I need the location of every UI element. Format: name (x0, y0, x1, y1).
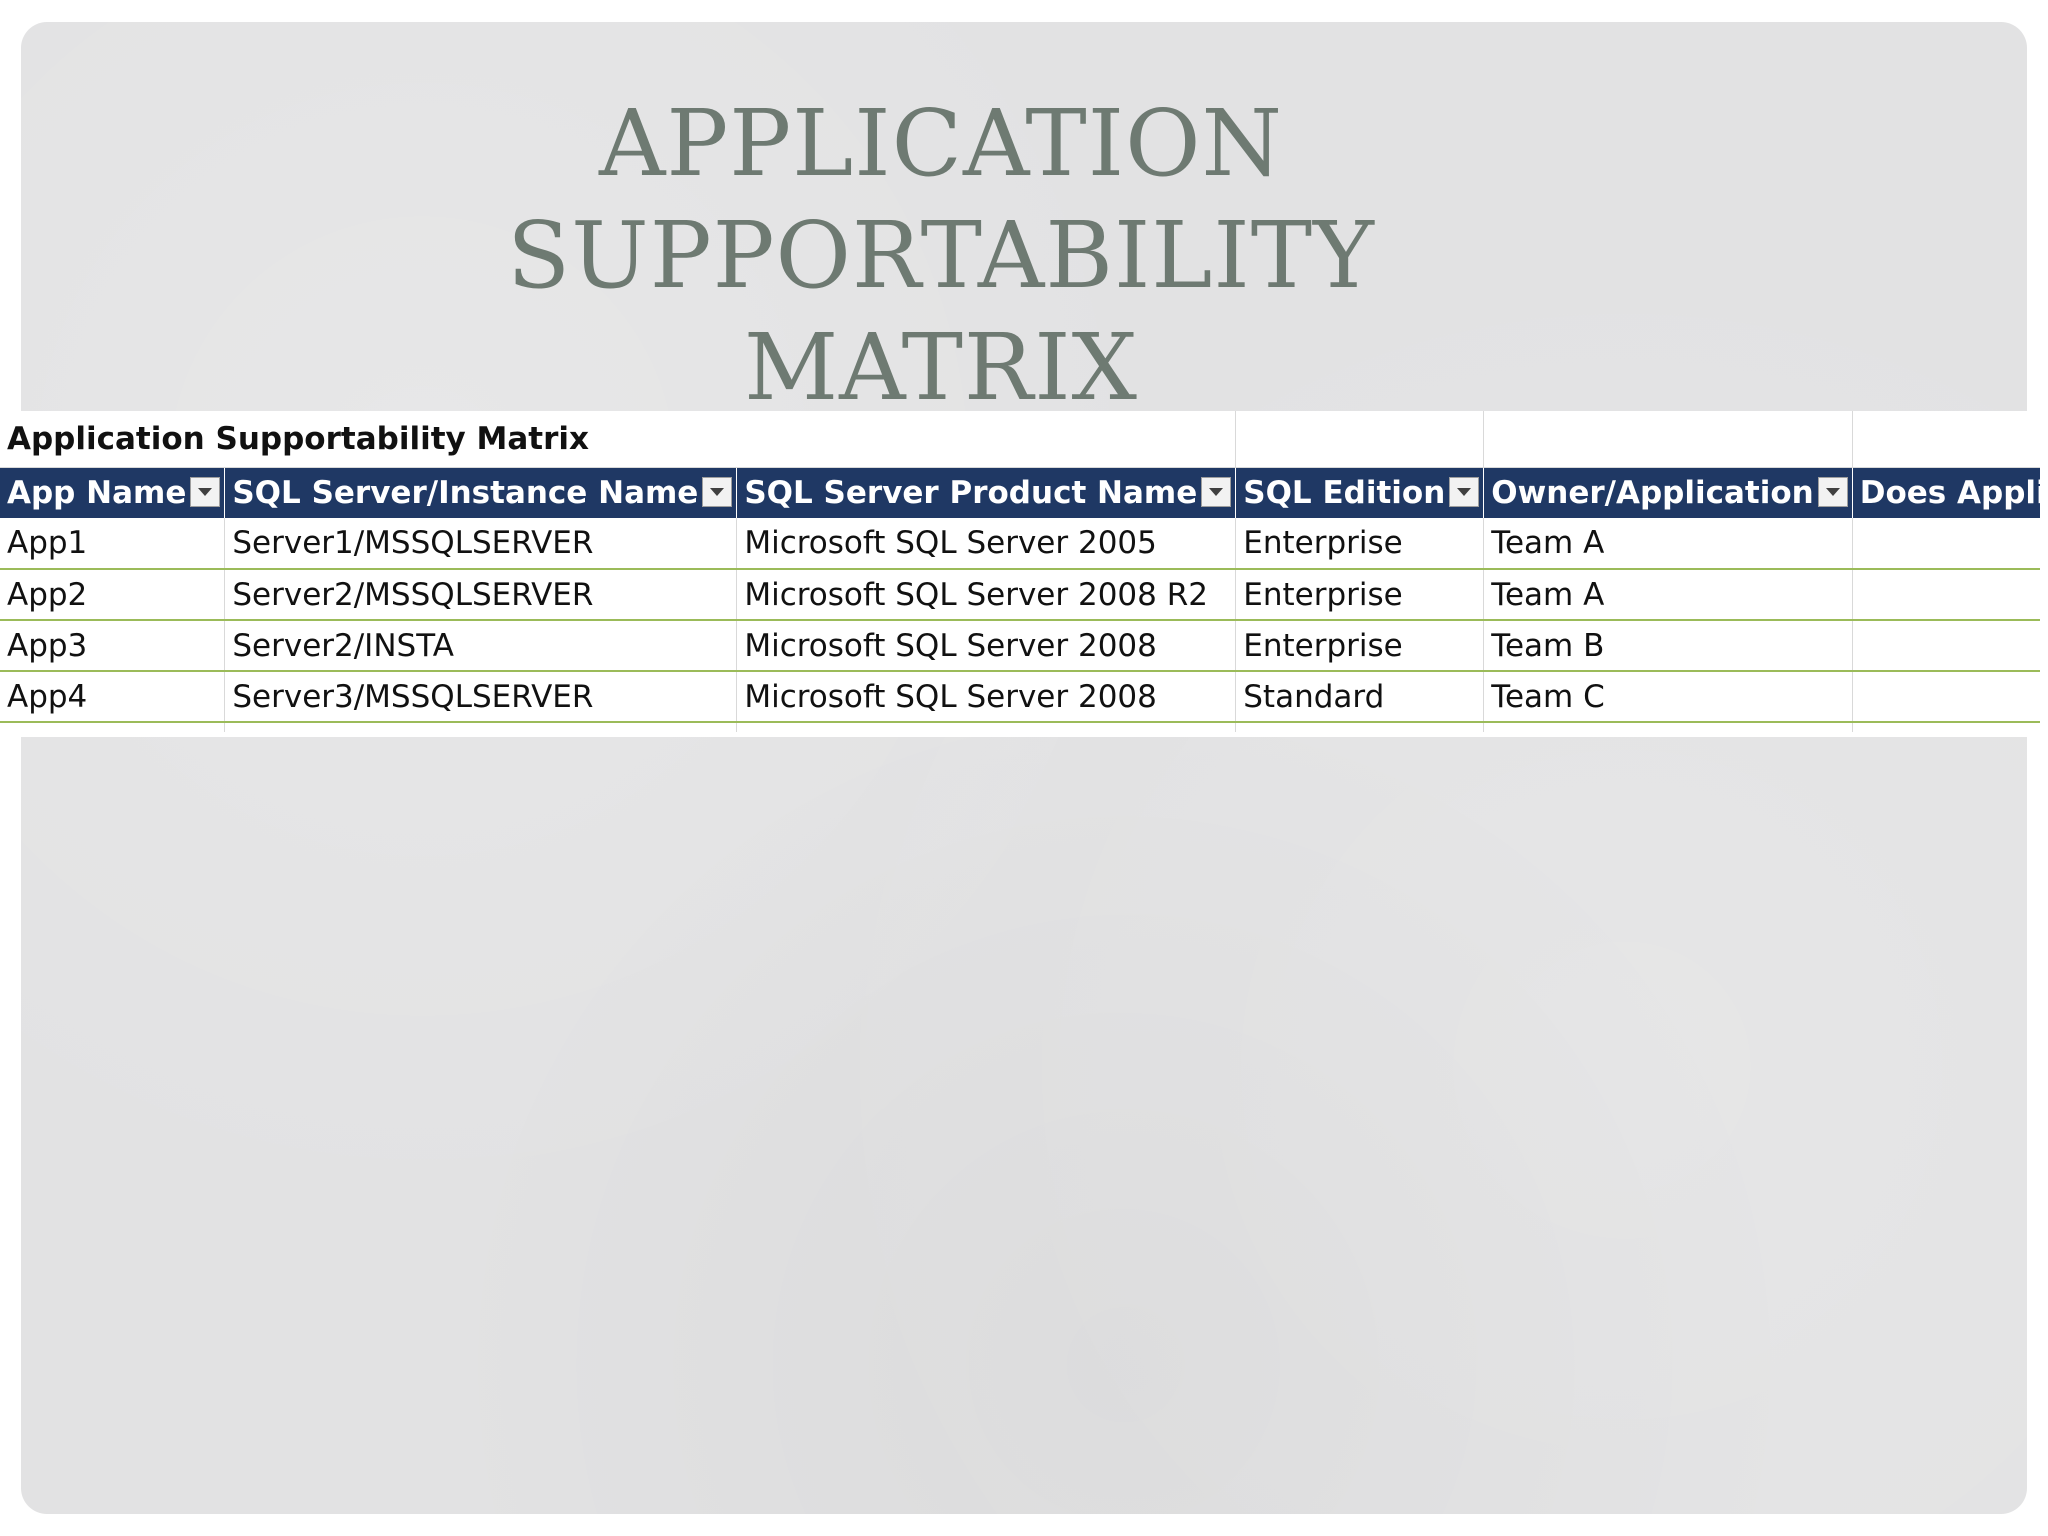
empty-cell (224, 722, 738, 732)
filter-dropdown-icon[interactable] (190, 476, 221, 507)
slide-title-line-1: APPLICATION SUPPORTABILITY (507, 90, 1375, 309)
cell-does-application (1852, 620, 2040, 672)
cell-product-name: Microsoft SQL Server 2008 (736, 671, 1237, 723)
table-header-row: App Name SQL Server/Instance Name SQL Se… (0, 467, 2040, 518)
table-caption: Application Supportability Matrix (0, 411, 737, 468)
cell-sql-edition: Enterprise (1235, 620, 1485, 672)
cell-does-application (1852, 569, 2040, 621)
cell-app-name: App2 (0, 569, 226, 621)
column-header-owner: Owner/Application (1483, 467, 1853, 518)
cell-instance-name: Server1/MSSQLSERVER (224, 518, 738, 570)
cell-app-name: App1 (0, 518, 226, 570)
table-row: App3 Server2/INSTA Microsoft SQL Server … (0, 620, 2040, 672)
column-header-does-application: Does Applica (1852, 467, 2040, 518)
filter-dropdown-icon[interactable] (1449, 476, 1480, 507)
cell-product-name: Microsoft SQL Server 2008 (736, 620, 1237, 672)
filter-dropdown-icon[interactable] (1201, 476, 1232, 507)
table-row: App4 Server3/MSSQLSERVER Microsoft SQL S… (0, 671, 2040, 723)
column-header-label: SQL Server/Instance Name (232, 474, 699, 511)
cell-app-name: App4 (0, 671, 226, 723)
column-header-label: SQL Edition (1243, 474, 1446, 511)
cell-product-name: Microsoft SQL Server 2008 R2 (736, 569, 1237, 621)
empty-cell (736, 722, 1237, 732)
empty-cell (0, 722, 226, 732)
table-caption-row: Application Supportability Matrix (0, 411, 2040, 468)
empty-cell (1235, 722, 1485, 732)
column-header-label: App Name (7, 474, 187, 511)
column-header-label: Owner/Application (1491, 474, 1814, 511)
column-header-instance-name: SQL Server/Instance Name (224, 467, 738, 518)
slide-background: APPLICATION SUPPORTABILITY MATRIX (21, 22, 2027, 1514)
cell-sql-edition: Enterprise (1235, 518, 1485, 570)
empty-cell (1852, 411, 2040, 468)
spreadsheet-table-image: Application Supportability Matrix App Na… (0, 411, 2040, 737)
column-header-label: SQL Server Product Name (744, 474, 1198, 511)
empty-cell (1235, 411, 1485, 468)
cell-instance-name: Server2/INSTA (224, 620, 738, 672)
empty-cell (1852, 722, 2040, 732)
table-tail-row (0, 722, 2040, 732)
cell-instance-name: Server3/MSSQLSERVER (224, 671, 738, 723)
empty-cell (1483, 411, 1853, 468)
empty-cell (1483, 722, 1853, 732)
column-header-sql-edition: SQL Edition (1235, 467, 1485, 518)
cell-product-name: Microsoft SQL Server 2005 (736, 518, 1237, 570)
column-header-product-name: SQL Server Product Name (736, 467, 1237, 518)
empty-cell (736, 411, 1237, 468)
cell-sql-edition: Enterprise (1235, 569, 1485, 621)
cell-does-application (1852, 518, 2040, 570)
filter-dropdown-icon[interactable] (1817, 476, 1848, 507)
cell-owner: Team B (1483, 620, 1853, 672)
table-row: App1 Server1/MSSQLSERVER Microsoft SQL S… (0, 518, 2040, 570)
cell-does-application (1852, 671, 2040, 723)
column-header-app-name: App Name (0, 467, 226, 518)
table-row: App2 Server2/MSSQLSERVER Microsoft SQL S… (0, 569, 2040, 621)
slide-title: APPLICATION SUPPORTABILITY MATRIX (201, 88, 1681, 424)
slide-title-line-2: MATRIX (743, 314, 1139, 421)
cell-owner: Team A (1483, 569, 1853, 621)
filter-dropdown-icon[interactable] (702, 476, 733, 507)
cell-app-name: App3 (0, 620, 226, 672)
cell-instance-name: Server2/MSSQLSERVER (224, 569, 738, 621)
cell-owner: Team C (1483, 671, 1853, 723)
cell-sql-edition: Standard (1235, 671, 1485, 723)
supportability-table: Application Supportability Matrix App Na… (0, 411, 2040, 732)
cell-owner: Team A (1483, 518, 1853, 570)
column-header-label: Does Applica (1859, 474, 2040, 511)
